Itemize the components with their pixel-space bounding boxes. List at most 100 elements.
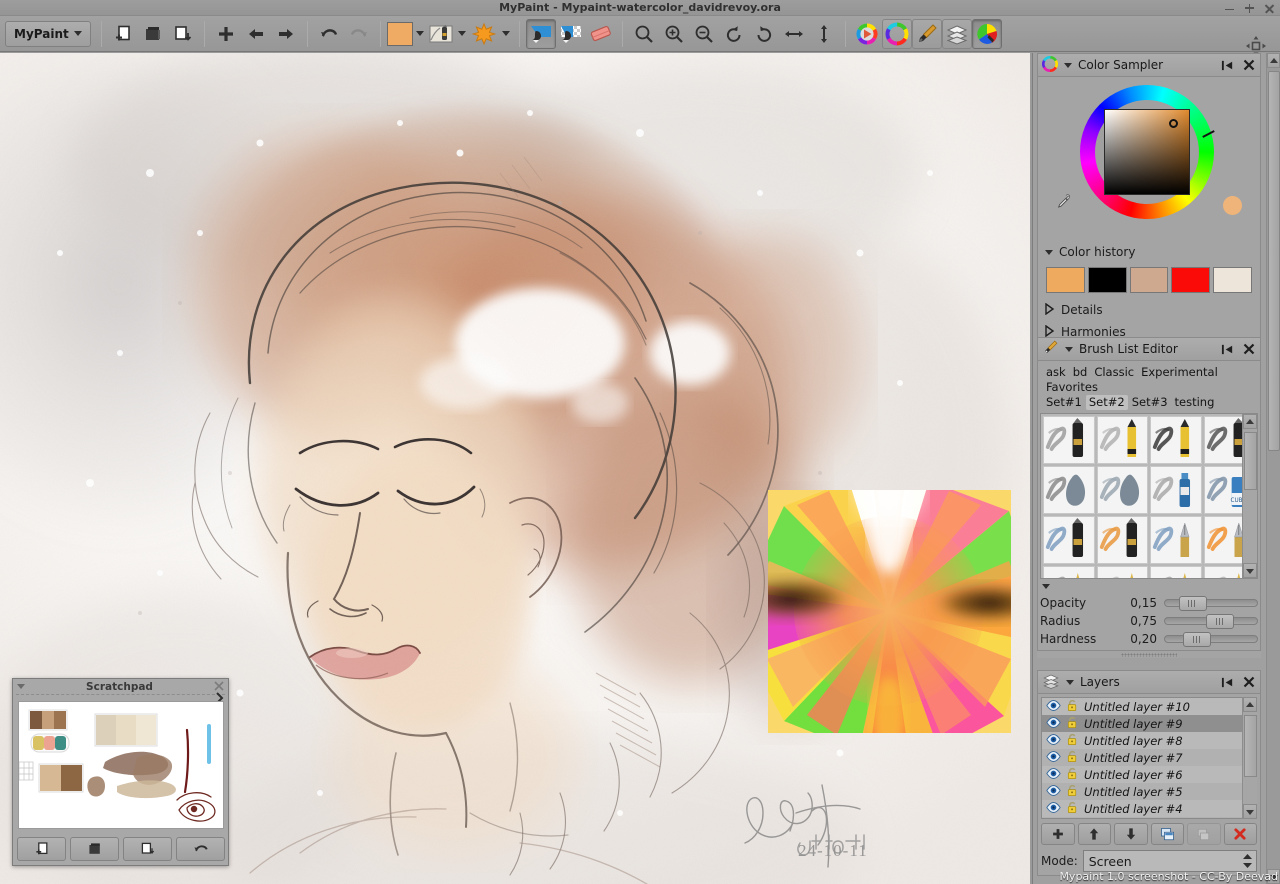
color-wheel-area[interactable]	[1042, 81, 1256, 241]
scrollbar-thumb[interactable]	[1244, 715, 1257, 777]
duplicate-layer-button[interactable]	[1151, 823, 1185, 845]
zoom-out-button[interactable]	[689, 19, 719, 49]
layer-list[interactable]: Untitled layer #10Untitled layer #9Untit…	[1041, 697, 1257, 819]
undo-button[interactable]	[314, 19, 344, 49]
brush-grid-container[interactable]: CUBE	[1040, 413, 1258, 579]
brush-dropdown-arrow[interactable]	[455, 19, 469, 49]
brush-preview-button[interactable]	[427, 19, 455, 49]
layer-list-scrollbar[interactable]	[1242, 697, 1257, 819]
close-icon[interactable]	[1241, 342, 1256, 357]
dock-scrollbar[interactable]	[1266, 53, 1280, 884]
scroll-down-icon[interactable]	[1243, 804, 1257, 819]
brush-thumbnail[interactable]	[1043, 466, 1095, 514]
brush-panel-button[interactable]	[912, 19, 942, 49]
brush-group-tab-ask[interactable]: ask	[1043, 365, 1069, 380]
layer-lock-icon[interactable]	[1066, 784, 1079, 800]
chevron-down-icon[interactable]	[1066, 680, 1074, 685]
layer-lock-icon[interactable]	[1066, 750, 1079, 766]
brush-group-tab-set-3[interactable]: Set#3	[1129, 395, 1171, 410]
brush-slider-opacity[interactable]: Opacity0,15	[1040, 594, 1258, 612]
color-swatch-button[interactable]	[387, 22, 413, 46]
layer-row[interactable]: Untitled layer #5	[1042, 783, 1256, 800]
paint-alpha-tool-button[interactable]	[556, 19, 586, 49]
layer-mode-select[interactable]: Screen	[1083, 850, 1257, 872]
go-back-button[interactable]	[241, 19, 271, 49]
color-dropdown-arrow[interactable]	[413, 19, 427, 49]
brush-thumbnail[interactable]	[1150, 516, 1202, 564]
brush-settings-expander[interactable]	[1040, 579, 1258, 594]
dock-left-icon[interactable]	[1220, 342, 1235, 357]
chevron-down-icon[interactable]	[1065, 347, 1073, 352]
layer-visibility-icon[interactable]	[1046, 818, 1061, 820]
color-sampler-header[interactable]: Color Sampler	[1037, 53, 1261, 76]
dock-left-icon[interactable]	[1220, 58, 1235, 73]
mirror-horizontal-button[interactable]	[779, 19, 809, 49]
slider-knob[interactable]	[1183, 632, 1211, 647]
color-sampler-panel-button[interactable]	[972, 19, 1002, 49]
slider-track[interactable]	[1164, 635, 1258, 643]
layer-visibility-icon[interactable]	[1046, 801, 1061, 817]
new-document-button[interactable]	[108, 19, 138, 49]
move-layer-down-button[interactable]	[1114, 823, 1148, 845]
chevron-down-icon[interactable]	[1064, 63, 1072, 68]
brush-thumbnail[interactable]	[1043, 416, 1095, 464]
scratchpad-load-button[interactable]	[70, 837, 119, 861]
panel-resize-grip[interactable]	[1037, 651, 1261, 658]
brush-group-tab-set-2[interactable]: Set#2	[1086, 395, 1128, 410]
brush-group-tab-favorites[interactable]: Favorites	[1043, 380, 1101, 395]
scratchpad-drag-handle[interactable]	[16, 694, 225, 700]
brush-group-tab-bd[interactable]: bd	[1070, 365, 1091, 380]
layer-lock-icon[interactable]	[1066, 716, 1079, 732]
layers-panel-button[interactable]	[942, 19, 972, 49]
mirror-vertical-button[interactable]	[809, 19, 839, 49]
color-ring-panel-button[interactable]	[882, 19, 912, 49]
brush-group-tab-experimental[interactable]: Experimental	[1138, 365, 1221, 380]
close-icon[interactable]	[1241, 58, 1256, 73]
scratchpad-panel[interactable]: Scratchpad	[12, 678, 229, 866]
minimize-icon[interactable]	[1224, 3, 1235, 14]
layer-lock-icon[interactable]	[1066, 733, 1079, 749]
maximize-icon[interactable]	[1244, 3, 1255, 14]
move-layer-up-button[interactable]	[1078, 823, 1112, 845]
open-document-button[interactable]	[138, 19, 168, 49]
add-layer-button[interactable]	[1041, 823, 1075, 845]
layer-lock-icon[interactable]	[1066, 801, 1079, 817]
brush-list-header[interactable]: Brush List Editor	[1037, 337, 1261, 360]
layer-row[interactable]: Untitled layer #6	[1042, 766, 1256, 783]
scratchpad-revert-button[interactable]	[176, 837, 225, 861]
chevron-down-icon[interactable]	[17, 684, 25, 689]
layer-visibility-icon[interactable]	[1046, 699, 1061, 715]
layer-visibility-icon[interactable]	[1046, 784, 1061, 800]
brush-thumbnail[interactable]	[1097, 466, 1149, 514]
brush-group-tab-classic[interactable]: Classic	[1091, 365, 1137, 380]
layer-lock-icon[interactable]	[1066, 767, 1079, 783]
scratchpad-canvas[interactable]	[18, 701, 224, 829]
scratchpad-new-button[interactable]	[17, 837, 66, 861]
brush-group-tab-testing[interactable]: testing	[1172, 395, 1218, 410]
brush-thumbnail[interactable]	[1150, 566, 1202, 579]
layer-visibility-icon[interactable]	[1046, 733, 1061, 749]
brush-thumbnail[interactable]	[1150, 416, 1202, 464]
scratchpad-save-button[interactable]	[123, 837, 172, 861]
save-document-button[interactable]	[168, 19, 198, 49]
brush-slider-radius[interactable]: Radius0,75	[1040, 612, 1258, 630]
rotate-left-button[interactable]	[719, 19, 749, 49]
brush-thumbnail[interactable]	[1043, 516, 1095, 564]
paint-tool-button[interactable]	[526, 19, 556, 49]
layer-visibility-icon[interactable]	[1046, 716, 1061, 732]
eyedropper-icon[interactable]	[1056, 193, 1072, 212]
layer-visibility-icon[interactable]	[1046, 767, 1061, 783]
brush-thumbnail[interactable]	[1097, 516, 1149, 564]
layer-row[interactable]: Untitled layer #3	[1042, 817, 1256, 819]
scroll-up-icon[interactable]	[1243, 697, 1257, 712]
scrollbar-thumb[interactable]	[1268, 71, 1280, 451]
layer-row[interactable]: Untitled layer #10	[1042, 698, 1256, 715]
slider-knob[interactable]	[1206, 614, 1234, 629]
brush-thumbnail[interactable]	[1097, 566, 1149, 579]
redo-button[interactable]	[344, 19, 374, 49]
color-history-section[interactable]: Color history	[1042, 241, 1256, 263]
layer-lock-icon[interactable]	[1066, 818, 1079, 820]
details-section[interactable]: Details	[1042, 299, 1256, 321]
rotate-right-button[interactable]	[749, 19, 779, 49]
delete-layer-button[interactable]	[1224, 823, 1258, 845]
